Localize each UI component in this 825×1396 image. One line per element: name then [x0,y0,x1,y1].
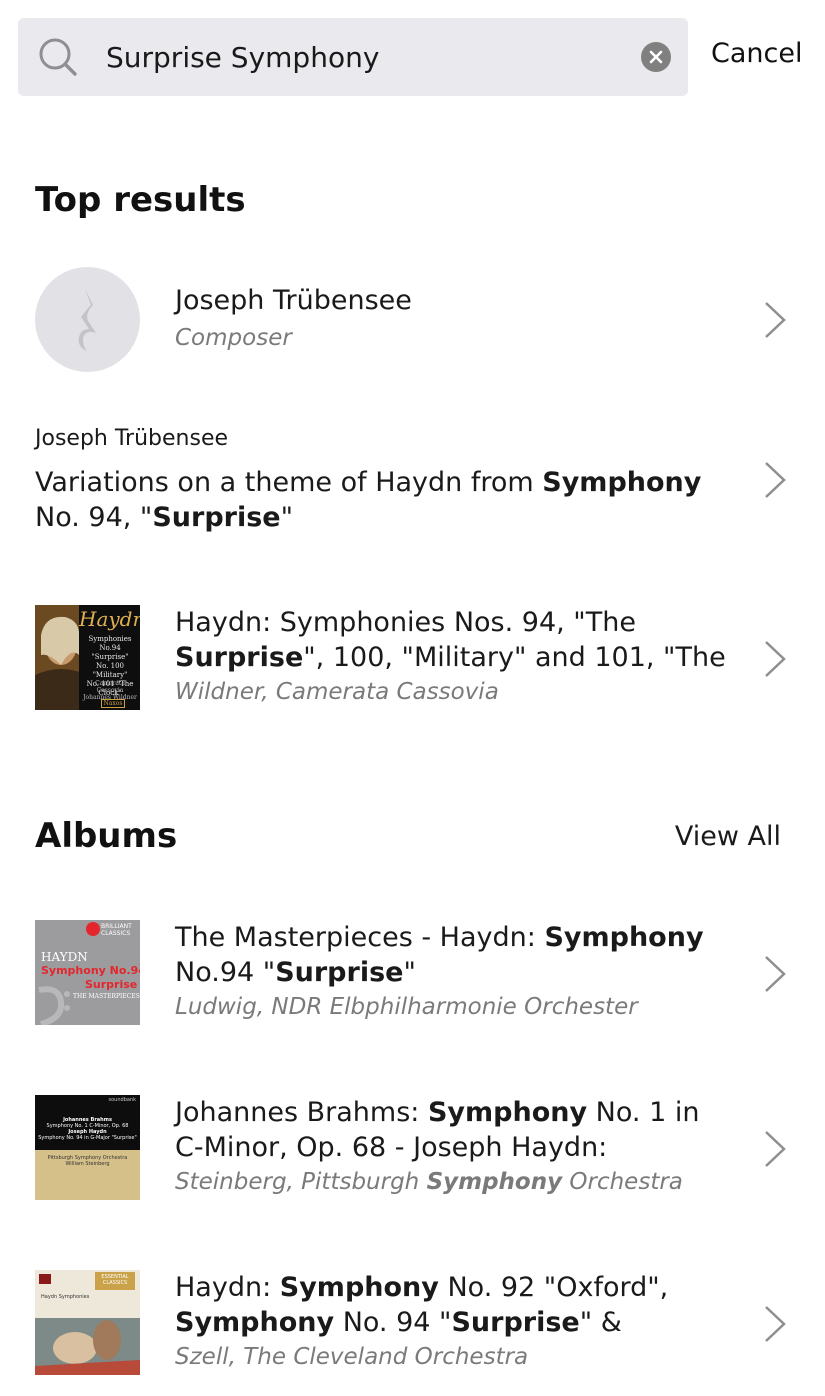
album-row[interactable]: BRILLIANT CLASSICS HAYDN Symphony No.94 … [0,910,825,1040]
album-artists: Ludwig, NDR Elbphilharmonie Orchester [175,994,638,1020]
cover-line: THE MASTERPIECES [73,993,140,1000]
album-title-line2: Symphony No. 94 "Surprise" & [175,1307,622,1338]
cancel-button[interactable]: Cancel [711,38,802,69]
cover-line: HAYDN [41,950,88,964]
album-cover: BRILLIANT CLASSICS HAYDN Symphony No.94 … [35,920,140,1025]
album-row[interactable]: soundbank Johannes Brahms Symphony No. 1… [0,1085,825,1215]
cover-line: Surprise [85,978,138,991]
album-cover: Haydn Symphonies No.94 "Surprise" No. 10… [35,605,140,710]
cover-line: Symphony No.94 [41,964,140,977]
chevron-right-icon [765,462,786,498]
album-title-line1: Johannes Brahms: Symphony No. 1 in [175,1097,700,1128]
chevron-right-icon [765,302,786,338]
album-artists: Steinberg, Pittsburgh Symphony Orchestra [175,1169,683,1195]
cover-brand: ESSENTIAL CLASSICS [101,1274,129,1286]
search-icon [39,38,77,76]
album-row[interactable]: ESSENTIAL CLASSICS Haydn Symphonies Hayd… [0,1260,825,1390]
composer-role: Composer [175,325,292,351]
work-title-line1: Variations on a theme of Haydn from Symp… [35,467,702,498]
chevron-right-icon [765,956,786,992]
cover-line: Haydn Symphonies [41,1294,90,1300]
work-composer: Joseph Trübensee [35,426,229,451]
composer-avatar [35,267,140,372]
album-text: The Masterpieces - Haydn: Symphony No.94… [175,920,735,1020]
cover-text: Johannes Brahms Symphony No. 1 C-Minor, … [38,1117,137,1141]
cover-footer: Camerata Cassovia Johannes Wildner [83,680,137,701]
album-artists: Wildner, Camerata Cassovia [175,679,499,705]
album-title-line1: Haydn: Symphonies Nos. 94, "The [175,607,636,638]
album-title-line2: No.94 "Surprise" [175,957,416,988]
album-title-line1: Haydn: Symphony No. 92 "Oxford", [175,1272,669,1303]
cover-brand: BRILLIANT CLASSICS [101,923,132,937]
album-text: Johannes Brahms: Symphony No. 1 in C-Min… [175,1095,735,1195]
albums-heading: Albums [35,816,178,856]
album-text: Haydn: Symphonies Nos. 94, "The Surprise… [175,605,735,705]
album-title-line1: The Masterpieces - Haydn: Symphony [175,922,704,953]
cover-title: Haydn [79,607,140,631]
work-title-line2: No. 94, "Surprise" [35,502,294,533]
naxos-logo: Naxos [101,699,125,708]
album-text: Haydn: Symphony No. 92 "Oxford", Symphon… [175,1270,735,1370]
album-artists: Szell, The Cleveland Orchestra [175,1344,529,1370]
quarter-rest-icon [78,289,96,351]
work-result-row[interactable]: Joseph Trübensee Variations on a theme o… [0,420,825,545]
chevron-right-icon [765,641,786,677]
search-input[interactable] [106,18,626,96]
album-cover: ESSENTIAL CLASSICS Haydn Symphonies [35,1270,140,1375]
clear-search-button[interactable] [641,42,671,72]
album-title-line2: C-Minor, Op. 68 - Joseph Haydn: [175,1132,608,1163]
composer-result-row[interactable]: Joseph Trübensee Composer [0,255,825,385]
close-icon [649,50,663,64]
view-all-link[interactable]: View All [675,821,781,852]
chevron-right-icon [765,1131,786,1167]
search-bar [18,18,688,96]
chevron-right-icon [765,1306,786,1342]
cover-text: Pittsburgh Symphony Orchestra William St… [47,1155,128,1167]
album-title-line2: Surprise", 100, "Military" and 101, "The [175,642,726,673]
album-result-row[interactable]: Haydn Symphonies No.94 "Surprise" No. 10… [0,595,825,725]
composer-name: Joseph Trübensee [175,285,412,316]
top-results-heading: Top results [35,180,246,220]
cover-brand: soundbank [108,1097,136,1103]
album-cover: soundbank Johannes Brahms Symphony No. 1… [35,1095,140,1200]
